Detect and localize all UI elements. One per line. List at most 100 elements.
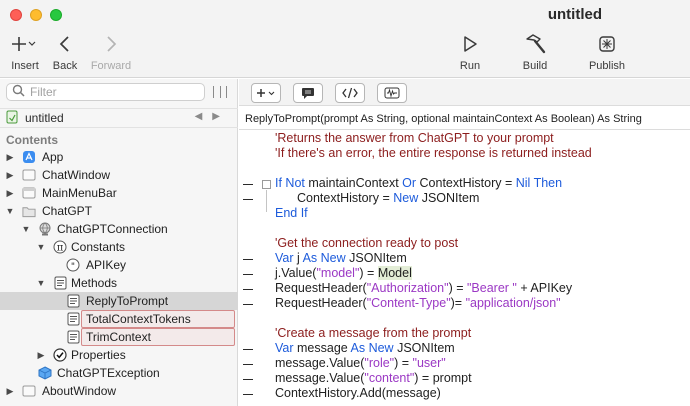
code-line-content-type: RequestHeader("Content-Type")= "applicat… <box>275 296 561 311</box>
tree-item-properties[interactable]: ▶ Properties <box>0 346 238 364</box>
code-token-text: ) = prompt <box>414 371 472 385</box>
tree-item-label: ChatGPTException <box>57 366 160 380</box>
gutter-line-marker <box>243 349 253 350</box>
disclosure-expanded-icon[interactable]: ▼ <box>36 278 46 288</box>
code-line-var-j: Var j As New JSONItem <box>275 251 407 266</box>
filter-input[interactable] <box>30 85 200 99</box>
code-token-string: "content" <box>364 371 415 385</box>
code-view-button[interactable] <box>335 83 365 103</box>
code-line-comment: 'If there's an error, the entire respons… <box>275 146 592 160</box>
disclosure-expanded-icon[interactable]: ▼ <box>36 242 46 252</box>
code-line-if: If Not maintainContext Or ContextHistory… <box>275 176 562 191</box>
tree-item-chatwindow[interactable]: ▶ ChatWindow <box>0 166 238 184</box>
publish-icon <box>597 30 617 58</box>
code-token-string: "Content-Type" <box>366 296 451 310</box>
code-token-text: ) = <box>359 266 378 280</box>
code-token-string: "application/json" <box>465 296 561 310</box>
method-icon <box>66 312 80 326</box>
code-token-text: ContextHistory = <box>297 191 394 205</box>
run-button[interactable]: Run <box>456 30 484 76</box>
project-row[interactable]: untitled ◀▶ <box>0 108 238 128</box>
code-editor[interactable]: 'Returns the answer from ChatGPT to your… <box>263 131 690 406</box>
disclosure-collapsed-icon[interactable]: ▶ <box>5 188 15 199</box>
waveform-icon <box>384 87 400 99</box>
code-token-keyword: Var <box>275 341 294 355</box>
gutter-line-marker <box>243 289 253 290</box>
navigator-sidebar: untitled ◀▶ Contents ▶ App ▶ ChatWindow … <box>0 79 238 406</box>
insert-button[interactable]: Insert <box>9 30 41 76</box>
gutter-line-marker <box>243 379 253 380</box>
class-cube-icon <box>38 366 52 380</box>
tree-item-label: Constants <box>71 240 126 254</box>
tree-item-totalcontexttokens[interactable]: TotalContextTokens <box>0 310 238 328</box>
chevron-right-icon <box>104 30 118 58</box>
code-line-assign: ContextHistory = New JSONItem <box>297 191 479 206</box>
gutter-line-marker <box>243 199 253 200</box>
folder-icon <box>22 204 36 218</box>
insert-label: Insert <box>11 60 39 72</box>
code-line-model: j.Value("model") = Model <box>275 266 412 281</box>
disclosure-collapsed-icon[interactable]: ▶ <box>36 350 46 361</box>
code-token-keyword: New <box>393 191 419 205</box>
tree-item-chatgptexception[interactable]: ChatGPTException <box>0 364 238 382</box>
project-file-icon <box>6 110 18 127</box>
code-token-string: "Bearer " <box>466 281 517 295</box>
comment-button[interactable] <box>293 83 323 103</box>
tree-item-label: Properties <box>71 348 126 362</box>
tree-item-label: ChatWindow <box>42 168 111 182</box>
tree-item-replytoprompt[interactable]: ReplyToPrompt <box>0 292 238 310</box>
code-token-text: JSONItem <box>418 191 480 205</box>
gutter-line-marker <box>243 184 253 185</box>
search-icon <box>12 84 25 100</box>
code-token-string: "model" <box>316 266 360 280</box>
tree-item-chatgptconnection[interactable]: ▼ ChatGPTConnection <box>0 220 238 238</box>
window-icon <box>22 168 36 182</box>
back-button[interactable]: Back <box>51 30 79 76</box>
tree-item-methods[interactable]: ▼ Methods <box>0 274 238 292</box>
code-token-text: j <box>293 251 303 265</box>
tree-item-mainmenubar[interactable]: ▶ MainMenuBar <box>0 184 238 202</box>
code-line-comment: 'Create a message from the prompt <box>275 326 472 340</box>
disclosure-expanded-icon[interactable]: ▼ <box>5 206 15 216</box>
code-token-text: + APIKey <box>516 281 573 295</box>
method-signature[interactable]: ReplyToPrompt(prompt As String, optional… <box>239 108 690 130</box>
play-icon <box>462 30 478 58</box>
disclosure-expanded-icon[interactable]: ▼ <box>21 224 31 234</box>
build-button[interactable]: Build <box>519 30 551 76</box>
gutter-line-marker <box>243 274 253 275</box>
publish-button[interactable]: Publish <box>587 30 627 76</box>
disclosure-collapsed-icon[interactable]: ▶ <box>5 170 15 181</box>
tree-item-constants[interactable]: ▼ π Constants <box>0 238 238 256</box>
code-token-highlighted: Model <box>377 266 412 280</box>
hammer-icon <box>523 30 547 58</box>
forward-button[interactable]: Forward <box>89 30 133 76</box>
checkmark-circle-icon <box>53 348 67 362</box>
add-item-button[interactable] <box>251 83 281 103</box>
disclosure-collapsed-icon[interactable]: ▶ <box>5 152 15 163</box>
app-icon <box>22 150 36 164</box>
tree-item-apikey[interactable]: " APIKey <box>0 256 238 274</box>
filter-field[interactable] <box>6 83 205 101</box>
tree-item-label: AboutWindow <box>42 384 117 398</box>
tree-item-app[interactable]: ▶ App <box>0 148 238 166</box>
tree-item-label: ChatGPTConnection <box>57 222 168 236</box>
code-line-var-message: Var message As New JSONItem <box>275 341 455 356</box>
code-token-text: RequestHeader( <box>275 281 367 295</box>
tree-item-aboutwindow[interactable]: ▶ AboutWindow <box>0 382 238 400</box>
gutter-line-marker <box>243 259 253 260</box>
code-token-text: message <box>293 341 351 355</box>
disclosure-collapsed-icon[interactable]: ▶ <box>5 386 15 397</box>
search-row <box>0 79 238 105</box>
tree-item-trimcontext[interactable]: TrimContext <box>0 328 238 346</box>
code-token-text: JSONItem <box>393 341 455 355</box>
tree-item-chatgpt[interactable]: ▼ ChatGPT <box>0 202 238 220</box>
project-nav-arrows[interactable]: ◀▶ <box>195 111 230 122</box>
ai-assist-button[interactable] <box>377 83 407 103</box>
code-brackets-icon <box>342 87 358 99</box>
code-token-text: JSONItem <box>345 251 407 265</box>
editor-toolbar <box>239 79 690 106</box>
tree-item-label: MainMenuBar <box>42 186 117 200</box>
tree-item-label: ChatGPT <box>42 204 93 218</box>
method-icon <box>66 330 80 344</box>
filter-options-button[interactable] <box>213 85 227 99</box>
